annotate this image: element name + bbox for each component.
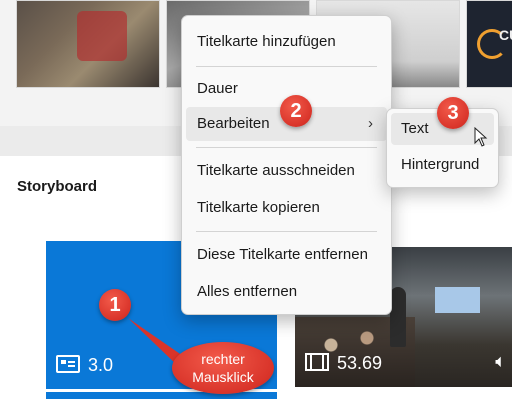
annotation-arrow (128, 318, 186, 368)
step-badge-1: 1 (99, 289, 131, 321)
callout-line-2: Mausklick (192, 369, 254, 385)
step-badge-2: 2 (280, 95, 312, 127)
step-badge-3: 3 (437, 97, 469, 129)
right-click-callout: rechter Mausklick (172, 342, 274, 394)
callout-line-1: rechter (201, 351, 245, 367)
